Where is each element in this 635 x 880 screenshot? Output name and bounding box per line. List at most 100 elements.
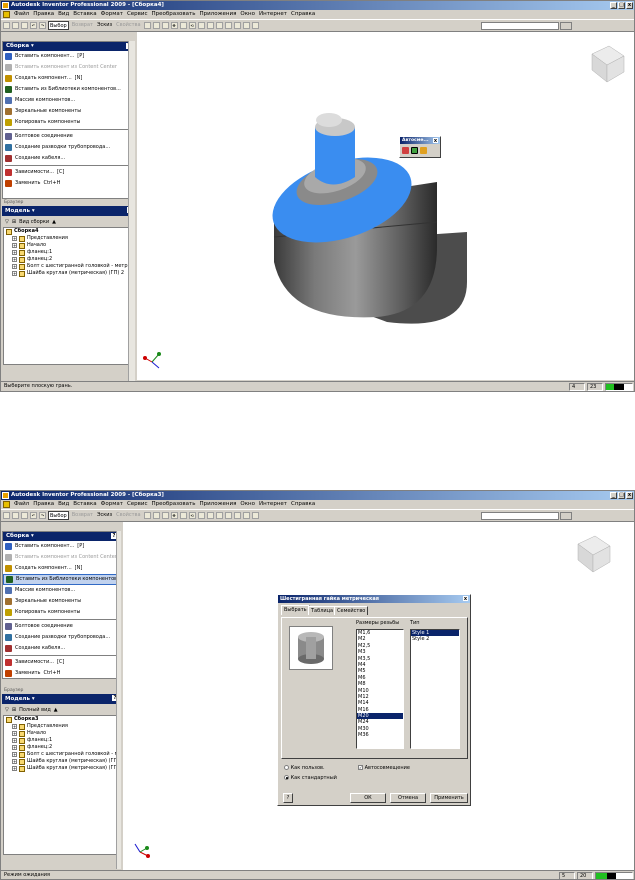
expand-icon[interactable]: + xyxy=(12,766,17,771)
menu-item[interactable]: Окно xyxy=(240,10,255,19)
open-icon[interactable] xyxy=(12,512,19,519)
menu-item[interactable]: Интернет xyxy=(259,500,287,509)
color-icon[interactable] xyxy=(242,22,250,29)
tree-node[interactable]: + Начало xyxy=(4,730,118,737)
tree-node[interactable]: + Шайба круглая (метрическая) (ГП) 2 xyxy=(4,758,118,765)
maximize-button[interactable]: □ xyxy=(618,492,625,499)
save-icon[interactable] xyxy=(21,512,28,519)
iproperties-button[interactable]: Свойства xyxy=(115,21,141,30)
command-item[interactable]: Вставить компонент из Content Center xyxy=(3,552,119,563)
command-item[interactable]: Создать компонент... [N] xyxy=(3,73,134,84)
command-item[interactable]: Зеркальные компоненты xyxy=(3,596,119,607)
zoom-selected-icon[interactable] xyxy=(179,22,187,29)
menu-item[interactable]: Приложения xyxy=(199,500,236,509)
new-icon[interactable] xyxy=(3,22,10,29)
zoom-selected-icon[interactable] xyxy=(179,512,187,519)
menu-item[interactable]: Вставка xyxy=(73,500,96,509)
pan-icon[interactable]: ✥ xyxy=(170,22,178,29)
thread-size-list[interactable]: M1,6 M2 M2,5 M3 M3,5 M4 M5 M6 M8 M10 M12 M14 M16 M20 M… xyxy=(356,629,404,749)
open-icon[interactable] xyxy=(12,22,19,29)
tree-node[interactable]: + фланец:1 xyxy=(4,737,118,744)
save-icon[interactable] xyxy=(21,22,28,29)
tree-node[interactable]: + Болт с шестигранной головкой - метр xyxy=(4,751,118,758)
close-button[interactable]: x xyxy=(626,492,633,499)
return-button[interactable]: Возврат xyxy=(71,21,94,30)
view-icon[interactable]: ⊞ xyxy=(12,219,16,225)
expand-icon[interactable]: + xyxy=(12,724,17,729)
menu-item[interactable]: Вид xyxy=(58,10,69,19)
command-item[interactable]: Болтовое соединение xyxy=(3,621,119,632)
minimize-button[interactable]: _ xyxy=(610,2,617,9)
update-icon[interactable] xyxy=(251,22,259,29)
menu-item[interactable]: Интернет xyxy=(259,10,287,19)
graphics-window[interactable]: Автосме... x xyxy=(137,32,635,380)
shadow-icon[interactable] xyxy=(215,512,223,519)
zoom-icon[interactable] xyxy=(152,512,160,519)
find-icon[interactable]: ▲ xyxy=(52,219,56,225)
tree-node[interactable]: + Представления xyxy=(4,235,133,242)
select-button[interactable]: Выбор xyxy=(48,511,69,520)
autoplace-row[interactable]: ✓ Автосовмещение xyxy=(358,765,410,771)
assembly-3d-model[interactable] xyxy=(137,32,635,380)
undo-icon[interactable]: ↶ xyxy=(30,22,37,29)
menu-item[interactable]: Справка xyxy=(291,10,315,19)
tree-node[interactable]: + Шайба круглая (метрическая) (ГП) 2 xyxy=(4,765,118,772)
expand-icon[interactable]: + xyxy=(12,264,17,269)
expand-icon[interactable]: + xyxy=(12,738,17,743)
rotate-icon[interactable]: ⟲ xyxy=(188,512,196,519)
apply-button[interactable]: Применить xyxy=(430,793,468,803)
zoom-window-icon[interactable] xyxy=(161,22,169,29)
tree-node[interactable]: + Представления xyxy=(4,723,118,730)
radio-standard-row[interactable]: Как стандартный xyxy=(284,775,337,781)
sectional-view-icon[interactable] xyxy=(233,22,241,29)
command-item[interactable]: Вставить компонент из Content Center xyxy=(3,62,134,73)
filter-icon[interactable]: ▽ xyxy=(5,219,9,225)
iproperties-button[interactable]: Свойства xyxy=(115,511,141,520)
expand-icon[interactable]: + xyxy=(12,236,17,241)
maximize-button[interactable]: □ xyxy=(618,2,625,9)
color-style-combo[interactable] xyxy=(481,22,559,30)
radio-custom-row[interactable]: Как пользов. xyxy=(284,765,325,771)
new-icon[interactable] xyxy=(3,512,10,519)
menu-item[interactable]: Правка xyxy=(33,10,54,19)
menu-item[interactable]: Формат xyxy=(101,500,123,509)
tree-node[interactable]: + фланец:2 xyxy=(4,256,133,263)
command-item[interactable]: Создание разводки трубопровода... xyxy=(3,632,119,643)
sketch-button[interactable]: Эскиз xyxy=(96,21,113,30)
command-item[interactable]: Массив компонентов... xyxy=(3,585,119,596)
ok-button[interactable]: ОК xyxy=(350,793,386,803)
view-icon[interactable]: ⊞ xyxy=(12,707,16,713)
command-item[interactable]: Копировать компоненты xyxy=(3,117,134,128)
update-icon[interactable] xyxy=(251,512,259,519)
tree-node[interactable]: + фланец:2 xyxy=(4,744,118,751)
menu-item[interactable]: Преобразовать xyxy=(152,500,196,509)
menu-item[interactable]: Вид xyxy=(58,500,69,509)
redo-icon[interactable]: ↷ xyxy=(39,512,46,519)
tree-node[interactable]: Сборка3 xyxy=(4,716,118,723)
rotate-icon[interactable]: ⟲ xyxy=(188,22,196,29)
expand-icon[interactable]: + xyxy=(12,745,17,750)
combo-dropdown[interactable] xyxy=(560,22,572,30)
panel-scrollbar[interactable] xyxy=(116,531,121,869)
tab-select[interactable]: Выбрать xyxy=(281,605,310,615)
flush-icon[interactable] xyxy=(411,147,418,154)
minimize-button[interactable]: _ xyxy=(610,492,617,499)
zoom-window-icon[interactable] xyxy=(161,512,169,519)
expand-icon[interactable]: + xyxy=(12,243,17,248)
list-item[interactable]: Style 2 xyxy=(411,636,459,642)
combo-dropdown[interactable] xyxy=(560,512,572,520)
look-at-icon[interactable] xyxy=(197,22,205,29)
tree-node[interactable]: + Шайба круглая (метрическая) (ГП) 2 xyxy=(4,270,133,277)
menu-item[interactable]: Формат xyxy=(101,10,123,19)
view-cube-icon[interactable] xyxy=(591,45,625,83)
zoom-icon[interactable] xyxy=(152,22,160,29)
autoselect-close-icon[interactable]: x xyxy=(433,138,438,144)
browser-view-dropdown[interactable]: Полный вид xyxy=(19,707,51,713)
return-button[interactable]: Возврат xyxy=(71,511,94,520)
list-item[interactable]: M36 xyxy=(357,732,403,738)
mate-icon[interactable] xyxy=(402,147,409,154)
help-button[interactable]: ? xyxy=(283,793,293,803)
menu-item[interactable]: Вставка xyxy=(73,10,96,19)
expand-icon[interactable]: + xyxy=(12,271,17,276)
command-item[interactable]: Заменить Ctrl+H xyxy=(3,178,134,189)
